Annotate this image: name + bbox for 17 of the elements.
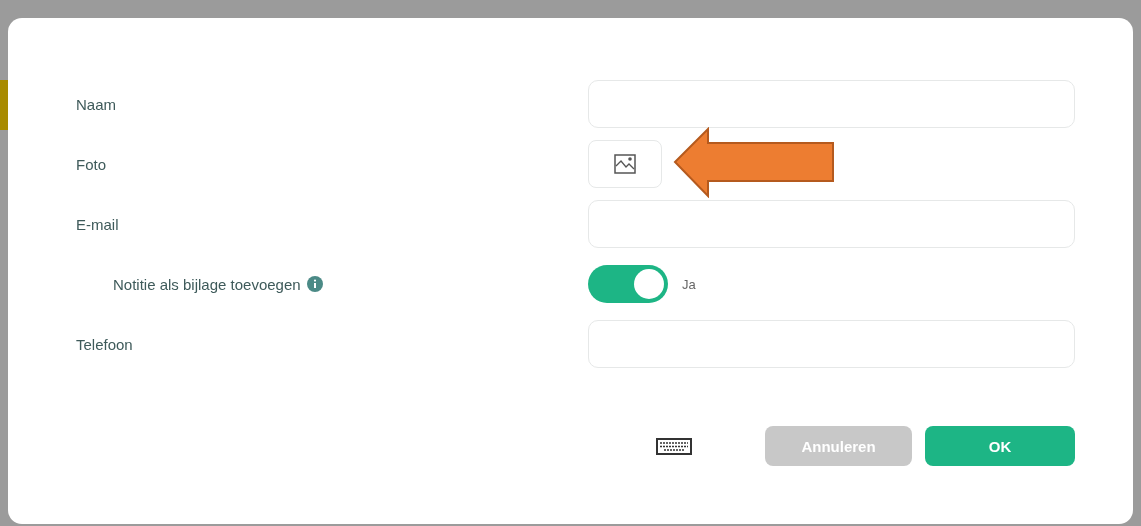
image-icon (614, 154, 636, 174)
toggle-label: Ja (682, 276, 696, 292)
field-label: E-mail (76, 215, 119, 233)
field-label: Foto (76, 155, 106, 173)
toggle-switch[interactable] (588, 265, 668, 303)
photo-button[interactable] (588, 140, 662, 188)
keyboard-icon[interactable] (656, 437, 692, 455)
field-label: Naam (76, 95, 116, 113)
input-field[interactable] (588, 320, 1075, 368)
input-field[interactable] (588, 80, 1075, 128)
field-label: Notitie als bijlage toevoegen (113, 275, 301, 293)
info-icon[interactable] (306, 276, 323, 292)
field-label: Telefoon (76, 335, 133, 353)
sidebar-accent (0, 80, 8, 130)
arrow-icon (673, 127, 836, 198)
input-field[interactable] (588, 200, 1075, 248)
ok-button[interactable]: OK (925, 426, 1075, 466)
